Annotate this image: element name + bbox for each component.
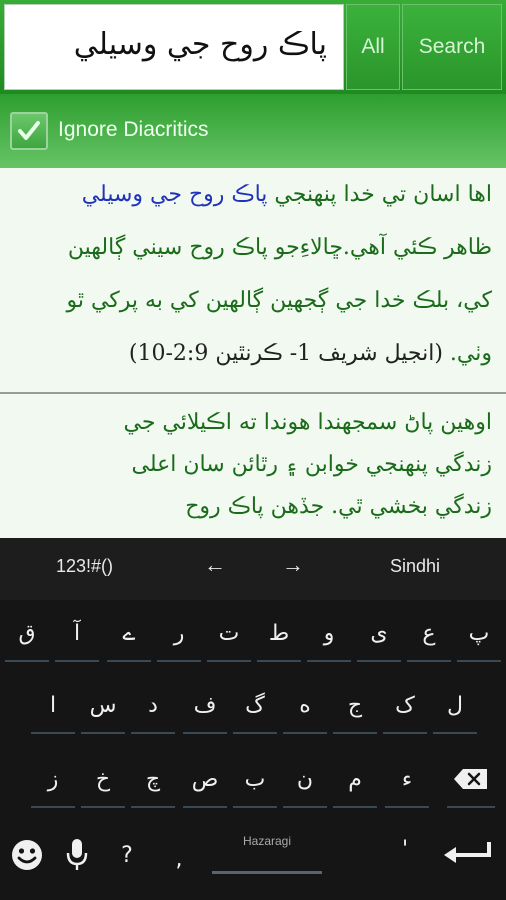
results-list: اها اسان تي خدا پنهنجي پاڪ روح جي وسيلي … [0,168,506,538]
emoji-icon [12,840,42,870]
search-button[interactable]: Search [402,4,502,90]
result-item[interactable]: اها اسان تي خدا پنهنجي پاڪ روح جي وسيلي … [0,168,506,394]
key[interactable]: آ [54,602,100,664]
all-button[interactable]: All [346,4,400,90]
key[interactable]: ن [282,748,328,810]
result-line: کي، بلڪ خدا جي ڳجهين ڳالهين کي به پرکي ٿ… [66,288,492,313]
result-line: اوهين پاڻ سمجهندا هوندا ته اڪيلائي جي [123,410,493,435]
key[interactable]: ے [106,602,152,664]
key[interactable]: ق [4,602,50,664]
highlighted-match: پاڪ روح جي وسيلي [81,182,268,207]
emoji-key[interactable] [4,824,50,886]
left-arrow-key[interactable]: ← [204,552,226,578]
key[interactable]: ک [382,674,428,736]
key[interactable]: خ [80,748,126,810]
enter-icon [444,842,491,863]
mic-icon [66,839,88,870]
key[interactable]: ط [256,602,302,664]
search-bar: پاڪ روح جي وسيلي All Search [0,0,506,94]
enter-key[interactable] [438,824,498,886]
line-text: وٺي. [442,341,492,366]
result-item[interactable]: اوهين پاڻ سمجهندا هوندا ته اڪيلائي جي زن… [0,396,506,538]
scripture-reference: (انجيل شريف 1- ڪرنٿين 2:9-10) [128,341,443,366]
question-key[interactable]: ? [104,824,150,886]
result-line: زندگي پنهنجي خوابن ۽ رٿائن سان اعلى [131,452,492,477]
key[interactable]: ء [384,748,430,810]
ignore-diacritics-checkbox[interactable] [10,112,48,150]
key[interactable]: س [80,674,126,736]
key[interactable]: د [130,674,176,736]
mic-key[interactable] [54,824,100,886]
key[interactable]: ص [182,748,228,810]
key[interactable]: چ [130,748,176,810]
key[interactable]: ا [30,674,76,736]
key[interactable]: ر [156,602,202,664]
key[interactable]: ج [332,674,378,736]
key[interactable]: ل [432,674,478,736]
search-query-text: پاڪ روح جي وسيلي [73,27,327,62]
comma-key[interactable]: , [156,828,202,890]
key[interactable]: ف [182,674,228,736]
search-input[interactable]: پاڪ روح جي وسيلي [4,4,344,90]
backspace-icon [454,769,487,789]
key[interactable]: ب [232,748,278,810]
key[interactable]: و [306,602,352,664]
apostrophe-key[interactable]: ' [382,818,428,880]
keyboard: 123!#() ← → Sindhi پ ع ی و ط ت ر ے آ ق ل… [0,538,506,900]
result-line: ظاهر ڪئي آهي.ڇالاءِجو پاڪ روح سيني ڳالهي… [67,235,492,260]
line-text: اها اسان تي خدا پنهنجي [267,182,492,207]
language-key[interactable]: Sindhi [390,556,440,577]
keyboard-toolbar: 123!#() ← → Sindhi [0,538,506,600]
key[interactable]: ز [30,748,76,810]
result-line: اها اسان تي خدا پنهنجي پاڪ روح جي وسيلي [10,168,492,221]
key[interactable]: ت [206,602,252,664]
result-line: زندگي بخشي ٿي. جڏهن پاڪ روح [185,494,492,519]
key[interactable]: ع [406,602,452,664]
key[interactable]: ی [356,602,402,664]
backspace-key[interactable] [446,748,496,810]
key[interactable]: م [332,748,378,810]
result-line: وٺي. (انجيل شريف 1- ڪرنٿين 2:9-10) [10,327,492,380]
symbols-mode-key[interactable]: 123!#() [56,556,113,577]
ignore-diacritics-label: Ignore Diacritics [58,118,209,141]
right-arrow-key[interactable]: → [282,552,304,578]
key[interactable]: ه [282,674,328,736]
key[interactable]: گ [232,674,278,736]
key[interactable]: پ [456,602,502,664]
space-key[interactable]: Hazaragi [212,826,322,878]
checkmark-icon [18,121,40,140]
options-bar: Ignore Diacritics [0,94,506,168]
